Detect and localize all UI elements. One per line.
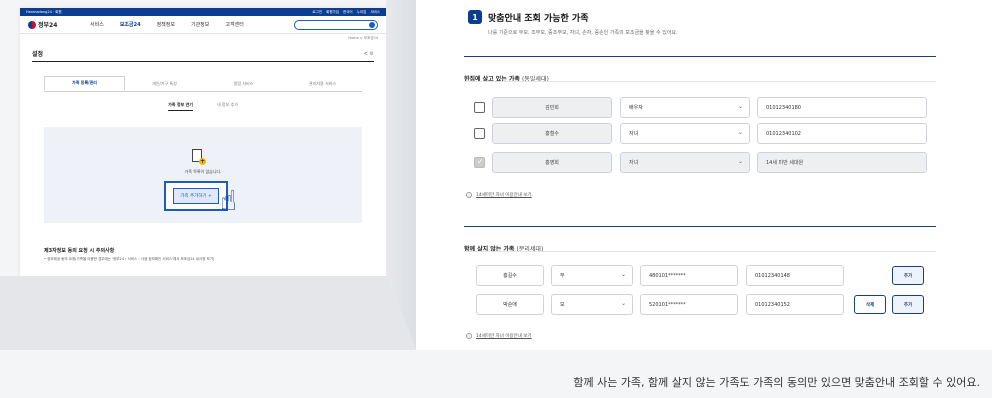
mini-topbar-link[interactable]: 서비스 — [370, 10, 380, 15]
apart-birth-field[interactable]: 480101******* — [640, 265, 738, 286]
caption-text: 함께 사는 가족, 함께 살지 않는 가족도 가족의 동의만 있으면 맞춤안내 … — [573, 376, 980, 389]
share-icon[interactable]: < ⚙ — [364, 51, 374, 57]
add-button[interactable]: 추가 — [892, 266, 924, 285]
pointer-hand-icon: ☝ — [220, 184, 238, 217]
mini-menu-item-active[interactable]: 보조금24 — [120, 21, 141, 28]
together-row-checkbox[interactable] — [474, 102, 485, 113]
divider — [464, 81, 936, 82]
search-icon[interactable] — [369, 22, 375, 28]
apart-birth-field[interactable]: 520101******* — [640, 294, 738, 315]
mini-logo[interactable]: 정부24 — [28, 20, 74, 29]
mini-topbar-link[interactable]: 누리집 — [357, 10, 367, 15]
document-add-icon — [192, 149, 206, 165]
relation-value: 부 — [560, 273, 565, 279]
mini-empty-box: 가족 목록이 없습니다. 가족 추가하기 + ☝ — [44, 127, 362, 223]
apart-contact-field[interactable]: 01012340148 — [746, 265, 844, 286]
info-icon: i — [466, 192, 472, 198]
chevron-down-icon: ⌄ — [737, 158, 743, 165]
mini-topbar: Hanmadong24 · 회원 로그인 회원가입 한국어 누리집 서비스 — [20, 8, 386, 16]
info-icon: i — [466, 333, 472, 339]
divider — [464, 251, 936, 252]
mini-nav: 정부24 서비스 보조금24 정책정보 기관정보 고객센터 — [20, 16, 386, 34]
apart-relation-select[interactable]: 모 ⌄ — [551, 294, 633, 315]
mini-note-text: • 정보제공 동의 요청(가족을 이용한 경우에는 '정부24 › 서비스 › … — [44, 257, 215, 261]
apart-name-field[interactable]: 홍길수 — [476, 265, 544, 286]
mini-subtab[interactable]: 내 정보 추가 — [217, 102, 238, 111]
mini-menu: 서비스 보조금24 정책정보 기관정보 고객센터 — [90, 21, 244, 28]
mini-subtab-active[interactable]: 가족 정보 연기 — [168, 102, 193, 111]
step-heading: 1 맞춤안내 조회 가능한 가족 — [468, 10, 588, 24]
mini-menu-item[interactable]: 정책정보 — [157, 21, 175, 28]
together-link-text[interactable]: 14세미만 자녀 이용안내 보기 — [476, 192, 532, 198]
mini-menu-item[interactable]: 고객센터 — [225, 21, 243, 28]
step-description: 나를 기준으로 부모, 조부모, 증조부모, 자녀, 손자, 증손인 가족의 보… — [488, 30, 678, 36]
mini-breadcrumb: Home > 보조금24 — [348, 36, 378, 40]
together-info-link[interactable]: i 14세미만 자녀 이용안내 보기 — [466, 192, 532, 198]
taeguk-icon — [28, 20, 36, 29]
step-title: 맞춤안내 조회 가능한 가족 — [488, 13, 589, 24]
mini-search-input[interactable] — [294, 19, 378, 30]
chevron-down-icon: ⌄ — [737, 129, 743, 136]
together-contact-field[interactable]: 01012340180 — [757, 97, 927, 118]
mini-tab-traits[interactable]: 개인/가구 특성 — [125, 76, 204, 91]
stage: Hanmadong24 · 회원 로그인 회원가입 한국어 누리집 서비스 정부… — [0, 0, 992, 398]
relation-value: 모 — [560, 302, 565, 308]
together-relation-select-disabled: 자녀 ⌄ — [620, 152, 750, 173]
mini-topbar-link[interactable]: 로그인 — [312, 10, 322, 15]
step-number: 1 — [468, 10, 482, 24]
apart-info-link[interactable]: i 14세미만 자녀 이용안내 보기 — [466, 333, 532, 339]
relation-value: 자녀 — [629, 131, 639, 137]
mini-topbar-left[interactable]: Hanmadong24 · 회원 — [26, 10, 62, 15]
mini-tab-family[interactable]: 가족 등록/관리 — [44, 76, 125, 91]
chevron-down-icon: ⌄ — [620, 271, 626, 278]
together-relation-select[interactable]: 배우자 ⌄ — [620, 97, 750, 118]
mini-topbar-link[interactable]: 회원가입 — [326, 10, 339, 15]
mini-logo-text: 정부24 — [38, 22, 58, 29]
add-button[interactable]: 추가 — [892, 295, 924, 314]
mini-menu-item[interactable]: 서비스 — [90, 21, 104, 28]
mini-empty-text: 가족 목록이 없습니다. — [184, 169, 222, 174]
mini-screenshot: Hanmadong24 · 회원 로그인 회원가입 한국어 누리집 서비스 정부… — [20, 8, 386, 276]
apart-relation-select[interactable]: 부 ⌄ — [551, 265, 633, 286]
together-contact-field[interactable]: 01012340102 — [757, 123, 927, 144]
together-section-header: 한집에 살고 있는 가족 (동일세대) — [464, 56, 936, 85]
apart-contact-field[interactable]: 01012340152 — [746, 294, 844, 315]
together-row-checkbox[interactable] — [474, 128, 485, 139]
mini-topbar-link[interactable]: 한국어 — [343, 10, 353, 15]
together-contact-field-disabled: 14세 미만 세대원 — [757, 152, 927, 173]
mini-tabs: 가족 등록/관리 개인/가구 특성 알림 서비스 관리자용 서비스 — [44, 76, 362, 92]
mini-tab-admin[interactable]: 관리자용 서비스 — [283, 76, 362, 91]
together-row-checkbox-disabled — [474, 157, 485, 168]
relation-value: 자녀 — [629, 160, 639, 166]
mini-subtabs: 가족 정보 연기 내 정보 추가 — [20, 102, 386, 111]
apart-name-field[interactable]: 박순애 — [476, 294, 544, 315]
mini-menu-item[interactable]: 기관정보 — [191, 21, 209, 28]
apart-section-header: 함께 살지 않는 가족 (분리세대) — [464, 226, 936, 255]
mini-tab-alerts[interactable]: 알림 서비스 — [204, 76, 283, 91]
mini-add-family-highlight: 가족 추가하기 + — [164, 181, 228, 211]
mini-title-text: 설정 — [32, 51, 44, 58]
relation-value: 배우자 — [629, 105, 643, 111]
together-relation-select[interactable]: 자녀 ⌄ — [620, 123, 750, 144]
apart-link-text[interactable]: 14세미만 자녀 이용안내 보기 — [476, 333, 532, 339]
mini-page-title: 설정 < ⚙ — [32, 49, 374, 62]
background-floor — [0, 276, 416, 350]
together-name-field: 홍영희 — [492, 152, 612, 173]
chevron-down-icon: ⌄ — [620, 300, 626, 307]
together-name-field: 홍철수 — [492, 123, 612, 144]
mini-add-family-button[interactable]: 가족 추가하기 + — [173, 188, 219, 204]
chevron-down-icon: ⌄ — [737, 103, 743, 110]
together-name-field: 김민희 — [492, 97, 612, 118]
mini-note-title: 제3자정보 동의 요청 시 주의사항 — [44, 248, 115, 254]
delete-button[interactable]: 삭제 — [854, 295, 886, 314]
